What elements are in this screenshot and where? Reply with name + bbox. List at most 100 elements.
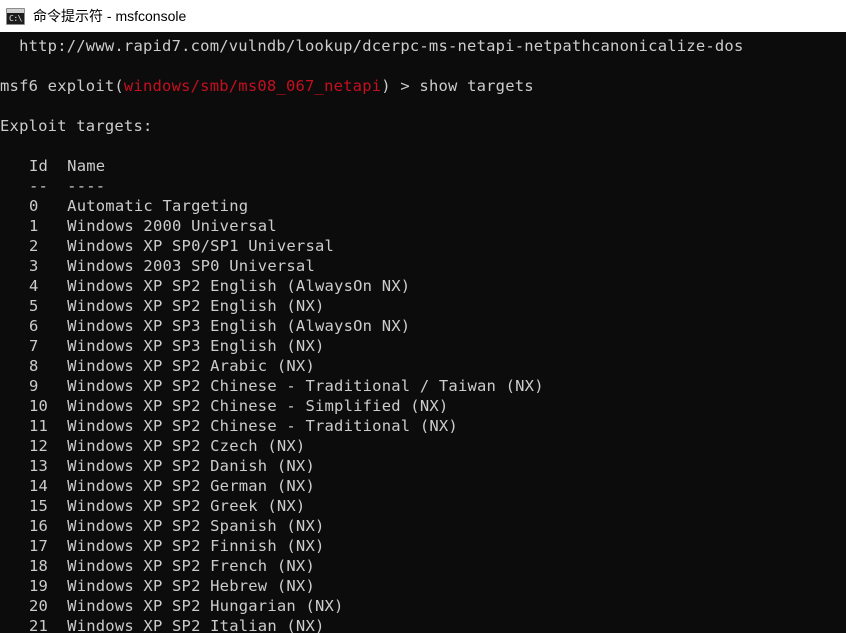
column-gap	[48, 617, 67, 633]
target-id: 0	[29, 197, 49, 215]
target-name: Windows XP SP2 German (NX)	[67, 477, 315, 495]
table-row: 8 Windows XP SP2 Arabic (NX)	[0, 356, 846, 376]
section-title: Exploit targets:	[0, 117, 153, 135]
table-row: 19 Windows XP SP2 Hebrew (NX)	[0, 576, 846, 596]
separator-gap	[48, 177, 67, 195]
column-gap	[48, 477, 67, 495]
column-gap	[48, 397, 67, 415]
cmd-icon-titlestripe	[7, 8, 24, 13]
target-name: Automatic Targeting	[67, 197, 249, 215]
table-separator-row: -- ----	[0, 176, 846, 196]
target-id: 11	[29, 417, 49, 435]
target-id: 14	[29, 477, 49, 495]
table-row: 16 Windows XP SP2 Spanish (NX)	[0, 516, 846, 536]
table-row: 1 Windows 2000 Universal	[0, 216, 846, 236]
table-row: 5 Windows XP SP2 English (NX)	[0, 296, 846, 316]
prompt-prefix: msf6 exploit(	[0, 77, 124, 95]
target-id: 3	[29, 257, 49, 275]
prompt-command: show targets	[419, 77, 534, 95]
column-gap	[48, 317, 67, 335]
table-row: 21 Windows XP SP2 Italian (NX)	[0, 616, 846, 633]
target-name: Windows XP SP2 Chinese - Traditional (NX…	[67, 417, 458, 435]
table-row: 9 Windows XP SP2 Chinese - Traditional /…	[0, 376, 846, 396]
target-name: Windows XP SP2 Chinese - Simplified (NX)	[67, 397, 449, 415]
target-name: Windows XP SP2 Hungarian (NX)	[67, 597, 344, 615]
table-row: 7 Windows XP SP3 English (NX)	[0, 336, 846, 356]
target-name: Windows XP SP2 English (NX)	[67, 297, 325, 315]
cmd-icon: C:\	[6, 7, 25, 25]
target-name: Windows 2003 SP0 Universal	[67, 257, 315, 275]
column-gap	[48, 357, 67, 375]
target-id: 21	[29, 617, 49, 633]
target-id: 4	[29, 277, 49, 295]
target-name: Windows XP SP3 English (NX)	[67, 337, 325, 355]
table-row: 18 Windows XP SP2 French (NX)	[0, 556, 846, 576]
target-id: 10	[29, 397, 49, 415]
column-gap	[48, 437, 67, 455]
column-gap	[48, 337, 67, 355]
column-gap	[48, 297, 67, 315]
target-id: 13	[29, 457, 49, 475]
column-gap	[48, 537, 67, 555]
column-gap	[48, 597, 67, 615]
table-row: 0 Automatic Targeting	[0, 196, 846, 216]
target-name: Windows 2000 Universal	[67, 217, 277, 235]
table-row: 11 Windows XP SP2 Chinese - Traditional …	[0, 416, 846, 436]
target-id: 15	[29, 497, 49, 515]
target-id: 2	[29, 237, 49, 255]
target-name: Windows XP SP2 French (NX)	[67, 557, 315, 575]
column-gap	[48, 457, 67, 475]
column-gap	[48, 517, 67, 535]
separator-id: --	[29, 177, 49, 195]
target-id: 12	[29, 437, 49, 455]
table-header-row: Id Name	[0, 156, 846, 176]
target-id: 6	[29, 317, 49, 335]
target-name: Windows XP SP2 Arabic (NX)	[67, 357, 315, 375]
target-name: Windows XP SP2 Czech (NX)	[67, 437, 306, 455]
column-gap	[48, 257, 67, 275]
target-rows: 0 Automatic Targeting 1 Windows 2000 Univ…	[0, 196, 846, 633]
table-header-id: Id	[29, 157, 49, 175]
target-id: 8	[29, 357, 49, 375]
console-output: http://www.rapid7.com/vulndb/lookup/dcer…	[0, 36, 846, 633]
table-row: 15 Windows XP SP2 Greek (NX)	[0, 496, 846, 516]
target-id: 19	[29, 577, 49, 595]
target-name: Windows XP SP2 English (AlwaysOn NX)	[67, 277, 411, 295]
url-line: http://www.rapid7.com/vulndb/lookup/dcer…	[0, 37, 744, 55]
target-name: Windows XP SP2 Greek (NX)	[67, 497, 306, 515]
target-name: Windows XP SP3 English (AlwaysOn NX)	[67, 317, 411, 335]
table-row: 20 Windows XP SP2 Hungarian (NX)	[0, 596, 846, 616]
table-row: 4 Windows XP SP2 English (AlwaysOn NX)	[0, 276, 846, 296]
cmd-icon-prompt-glyph: C:\	[9, 13, 22, 23]
target-name: Windows XP SP2 Spanish (NX)	[67, 517, 325, 535]
table-row: 14 Windows XP SP2 German (NX)	[0, 476, 846, 496]
target-name: Windows XP SP2 Chinese - Traditional / T…	[67, 377, 544, 395]
terminal-surface[interactable]: http://www.rapid7.com/vulndb/lookup/dcer…	[0, 32, 846, 633]
target-id: 16	[29, 517, 49, 535]
target-name: Windows XP SP2 Finnish (NX)	[67, 537, 325, 555]
target-name: Windows XP SP2 Danish (NX)	[67, 457, 315, 475]
separator-name: ----	[67, 177, 106, 195]
column-gap	[48, 237, 67, 255]
prompt-module-path: windows/smb/ms08_067_netapi	[123, 77, 382, 95]
table-row: 3 Windows 2003 SP0 Universal	[0, 256, 846, 276]
column-gap	[48, 277, 67, 295]
table-header-name: Name	[67, 157, 106, 175]
target-name: Windows XP SP0/SP1 Universal	[67, 237, 335, 255]
column-gap	[48, 417, 67, 435]
window-titlebar[interactable]: C:\ 命令提示符 - msfconsole	[0, 0, 846, 32]
target-id: 20	[29, 597, 49, 615]
prompt-line: msf6 exploit(windows/smb/ms08_067_netapi…	[0, 76, 846, 96]
table-row: 17 Windows XP SP2 Finnish (NX)	[0, 536, 846, 556]
table-row: 12 Windows XP SP2 Czech (NX)	[0, 436, 846, 456]
column-gap	[48, 577, 67, 595]
table-row: 10 Windows XP SP2 Chinese - Simplified (…	[0, 396, 846, 416]
window-title: 命令提示符 - msfconsole	[33, 7, 187, 24]
target-id: 7	[29, 337, 49, 355]
column-gap	[48, 217, 67, 235]
target-name: Windows XP SP2 Hebrew (NX)	[67, 577, 315, 595]
table-row: 6 Windows XP SP3 English (AlwaysOn NX)	[0, 316, 846, 336]
